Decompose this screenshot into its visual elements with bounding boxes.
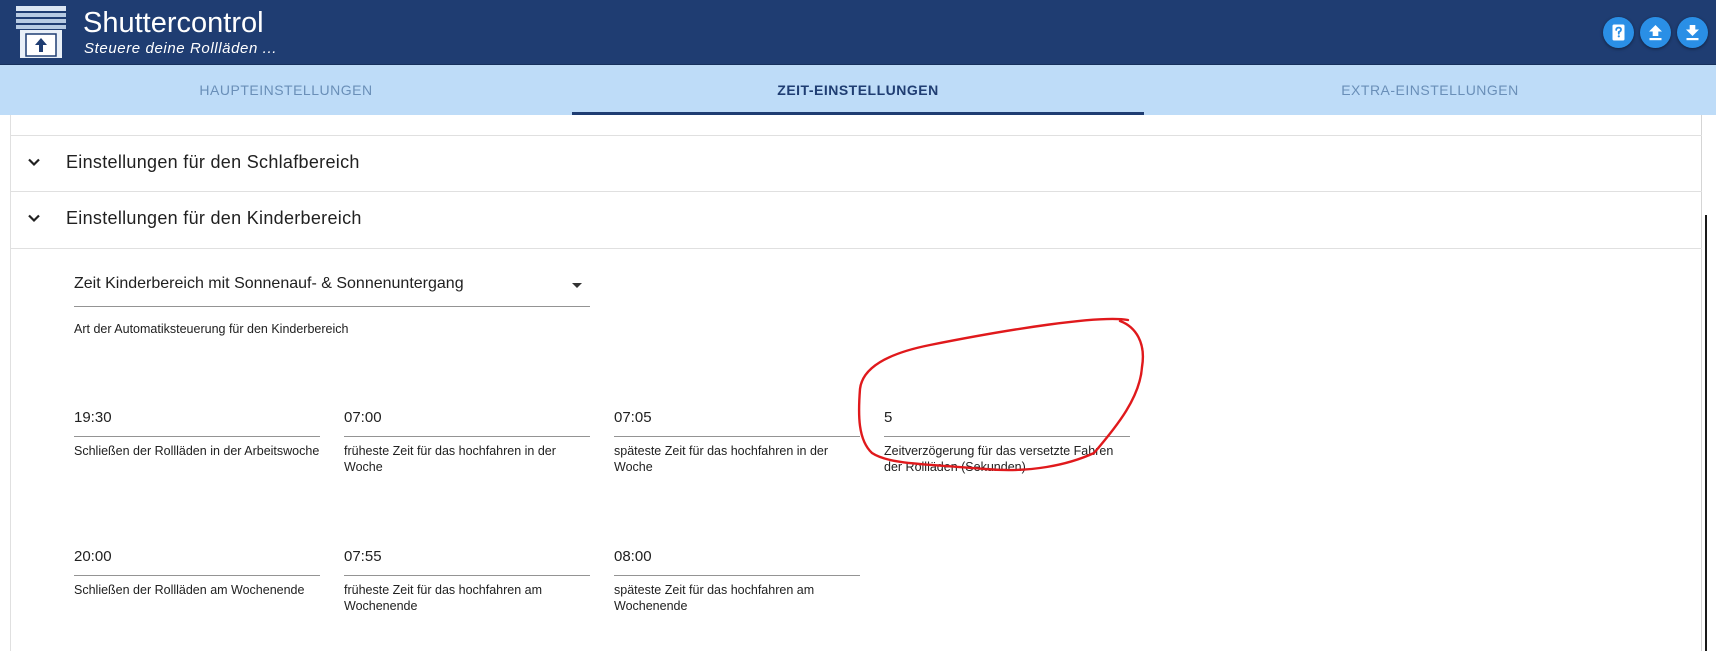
- field-delay-seconds: Zeitverzögerung für das versetzte Fahren…: [884, 399, 1130, 475]
- download-icon: [1686, 25, 1699, 41]
- scrollbar[interactable]: [1703, 215, 1713, 651]
- settings-content: Einstellungen für den Schlafbereich Eins…: [0, 115, 1716, 651]
- section-header-kinderbereich[interactable]: Einstellungen für den Kinderbereich: [10, 192, 1702, 247]
- field-helper-text: früheste Zeit für das hochfahren am Woch…: [344, 583, 543, 613]
- field-earliest-up-weekend: früheste Zeit für das hochfahren am Woch…: [344, 538, 590, 614]
- field-helper-text: späteste Zeit für das hochfahren am Woch…: [614, 583, 815, 613]
- field-latest-up-week: späteste Zeit für das hochfahren in der …: [614, 399, 860, 475]
- number-input-delay-seconds[interactable]: [884, 399, 1130, 437]
- time-input-latest-up-week[interactable]: [614, 399, 860, 437]
- scrollbar-thumb[interactable]: [1705, 215, 1707, 651]
- field-close-weekend: Schließen der Rollläden am Wochenende: [74, 538, 320, 599]
- field-close-workweek: Schließen der Rollläden in der Arbeitswo…: [74, 399, 320, 460]
- upload-icon: [1649, 25, 1662, 41]
- shutter-logo-icon: [16, 6, 66, 58]
- download-button[interactable]: [1677, 17, 1708, 48]
- tab-zeit-einstellungen[interactable]: ZEIT-EINSTELLUNGEN: [572, 65, 1144, 115]
- time-input-close-weekend[interactable]: [74, 538, 320, 576]
- section-divider: [10, 248, 1702, 249]
- dropdown-arrow-icon: [572, 283, 582, 288]
- field-latest-up-weekend: späteste Zeit für das hochfahren am Woch…: [614, 538, 860, 614]
- help-button[interactable]: [1603, 17, 1634, 48]
- field-earliest-up-week: früheste Zeit für das hochfahren in der …: [344, 399, 590, 475]
- section-title: Einstellungen für den Schlafbereich: [66, 152, 360, 172]
- chevron-down-icon: [28, 214, 40, 223]
- field-helper-text: Schließen der Rollläden in der Arbeitswo…: [74, 444, 320, 458]
- tab-bar: HAUPTEINSTELLUNGEN ZEIT-EINSTELLUNGEN EX…: [0, 65, 1716, 115]
- app-subtitle: Steuere deine Rollläden ...: [84, 40, 277, 57]
- section-header-schlafbereich[interactable]: Einstellungen für den Schlafbereich: [10, 136, 1702, 191]
- chevron-down-icon: [28, 158, 40, 167]
- field-helper-text: Zeitverzögerung für das versetzte Fahren…: [884, 444, 1114, 474]
- field-helper-text: früheste Zeit für das hochfahren in der …: [344, 444, 556, 474]
- field-helper-text: Schließen der Rollläden am Wochenende: [74, 583, 305, 597]
- upload-button[interactable]: [1640, 17, 1671, 48]
- time-input-earliest-up-week[interactable]: [344, 399, 590, 437]
- section-title: Einstellungen für den Kinderbereich: [66, 208, 362, 228]
- time-input-latest-up-weekend[interactable]: [614, 538, 860, 576]
- tab-extra-einstellungen[interactable]: EXTRA-EINSTELLUNGEN: [1144, 65, 1716, 115]
- help-book-icon: [1612, 24, 1625, 41]
- kinderbereich-mode-select[interactable]: Zeit Kinderbereich mit Sonnenauf- & Sonn…: [74, 271, 590, 307]
- tab-haupteinstellungen[interactable]: HAUPTEINSTELLUNGEN: [0, 65, 572, 115]
- time-input-close-workweek[interactable]: [74, 399, 320, 437]
- select-helper-text: Art der Automatiksteuerung für den Kinde…: [74, 322, 349, 336]
- field-helper-text: späteste Zeit für das hochfahren in der …: [614, 444, 829, 474]
- app-header: Shuttercontrol Steuere deine Rollläden .…: [0, 0, 1716, 65]
- time-input-earliest-up-weekend[interactable]: [344, 538, 590, 576]
- app-title: Shuttercontrol: [83, 7, 264, 39]
- select-value: Zeit Kinderbereich mit Sonnenauf- & Sonn…: [74, 275, 464, 292]
